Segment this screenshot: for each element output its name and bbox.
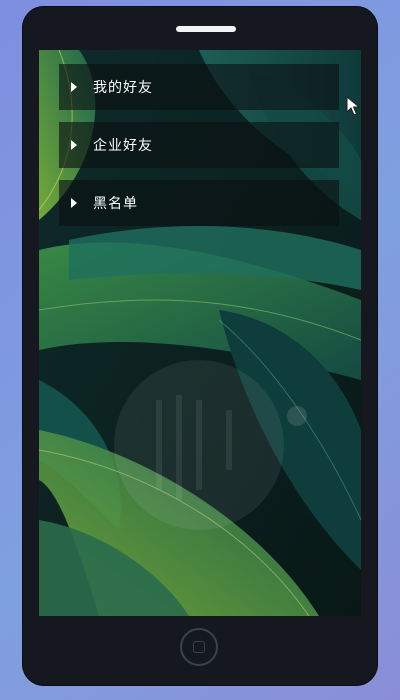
caret-right-icon bbox=[71, 140, 77, 150]
phone-speaker bbox=[176, 26, 236, 32]
caret-right-icon bbox=[71, 82, 77, 92]
menu-item-my-friends[interactable]: 我的好友 bbox=[59, 64, 339, 110]
menu-item-enterprise-friends[interactable]: 企业好友 bbox=[59, 122, 339, 168]
arrow-pointer-icon bbox=[346, 96, 361, 116]
menu-item-label: 我的好友 bbox=[93, 80, 153, 96]
menu-item-label: 黑名单 bbox=[93, 196, 138, 212]
caret-right-icon bbox=[71, 198, 77, 208]
menu-item-blacklist[interactable]: 黑名单 bbox=[59, 180, 339, 226]
phone-frame: 我的好友 企业好友 黑名单 bbox=[22, 6, 378, 686]
phone-screen: 我的好友 企业好友 黑名单 bbox=[39, 50, 361, 616]
friend-group-list: 我的好友 企业好友 黑名单 bbox=[59, 64, 339, 238]
home-button-icon bbox=[193, 641, 205, 653]
menu-item-label: 企业好友 bbox=[93, 138, 153, 154]
home-button[interactable] bbox=[180, 628, 218, 666]
